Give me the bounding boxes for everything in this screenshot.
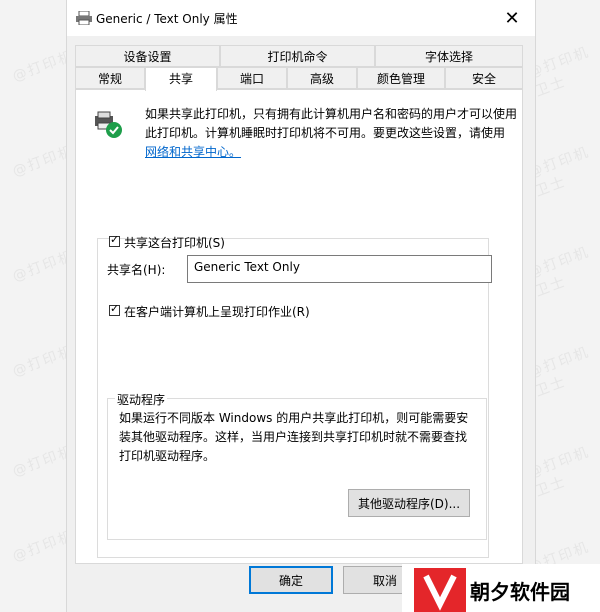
ok-button[interactable]: 确定 — [249, 566, 333, 594]
additional-drivers-button[interactable]: 其他驱动程序(D)... — [348, 489, 470, 517]
share-printer-checkbox[interactable] — [109, 233, 120, 247]
tab-advanced[interactable]: 高级 — [287, 67, 357, 89]
tab-font-selection[interactable]: 字体选择 — [375, 45, 523, 67]
watermark: @打印机卫士 — [526, 144, 592, 200]
network-sharing-center-link[interactable]: 网络和共享中心。 — [145, 145, 241, 159]
brand-watermark: 朝夕软件园 — [402, 564, 600, 612]
tab-color-management[interactable]: 颜色管理 — [357, 67, 445, 89]
tab-sharing[interactable]: 共享 — [145, 67, 217, 91]
printer-properties-dialog: Generic / Text Only 属性 ✕ 设备设置 打印机命令 字体选择… — [66, 0, 536, 612]
watermark: @打印机卫士 — [526, 244, 592, 300]
tab-general[interactable]: 常规 — [75, 67, 145, 89]
share-name-input[interactable]: Generic Text Only — [187, 255, 492, 283]
tab-printer-commands[interactable]: 打印机命令 — [220, 45, 375, 67]
sharing-description: 如果共享此打印机，只有拥有此计算机用户名和密码的用户才可以使用此打印机。计算机睡… — [145, 107, 518, 159]
tab-device-settings[interactable]: 设备设置 — [75, 45, 220, 67]
window-title: Generic / Text Only 属性 — [96, 12, 238, 26]
title-bar: Generic / Text Only 属性 ✕ — [67, 0, 535, 36]
watermark: @打印机卫士 — [526, 344, 592, 400]
drivers-description: 如果运行不同版本 Windows 的用户共享此打印机，则可能需要安装其他驱动程序… — [119, 411, 469, 463]
drivers-legend: 驱动程序 — [115, 391, 168, 408]
tab-security[interactable]: 安全 — [445, 67, 523, 89]
render-jobs-checkbox[interactable] — [109, 302, 120, 316]
watermark: @打印机卫士 — [526, 44, 592, 100]
close-icon[interactable]: ✕ — [489, 0, 535, 36]
brand-name: 朝夕软件园 — [470, 580, 570, 604]
share-name-label: 共享名(H): — [107, 263, 166, 277]
watermark: @打印机卫士 — [526, 444, 592, 500]
tab-ports[interactable]: 端口 — [217, 67, 287, 89]
share-printer-label: 共享这台打印机(S) — [124, 236, 225, 250]
printer-icon — [76, 11, 92, 25]
render-jobs-label: 在客户端计算机上呈现打印作业(R) — [124, 305, 310, 319]
brand-logo-icon — [414, 568, 466, 612]
shared-printer-icon — [95, 111, 122, 138]
